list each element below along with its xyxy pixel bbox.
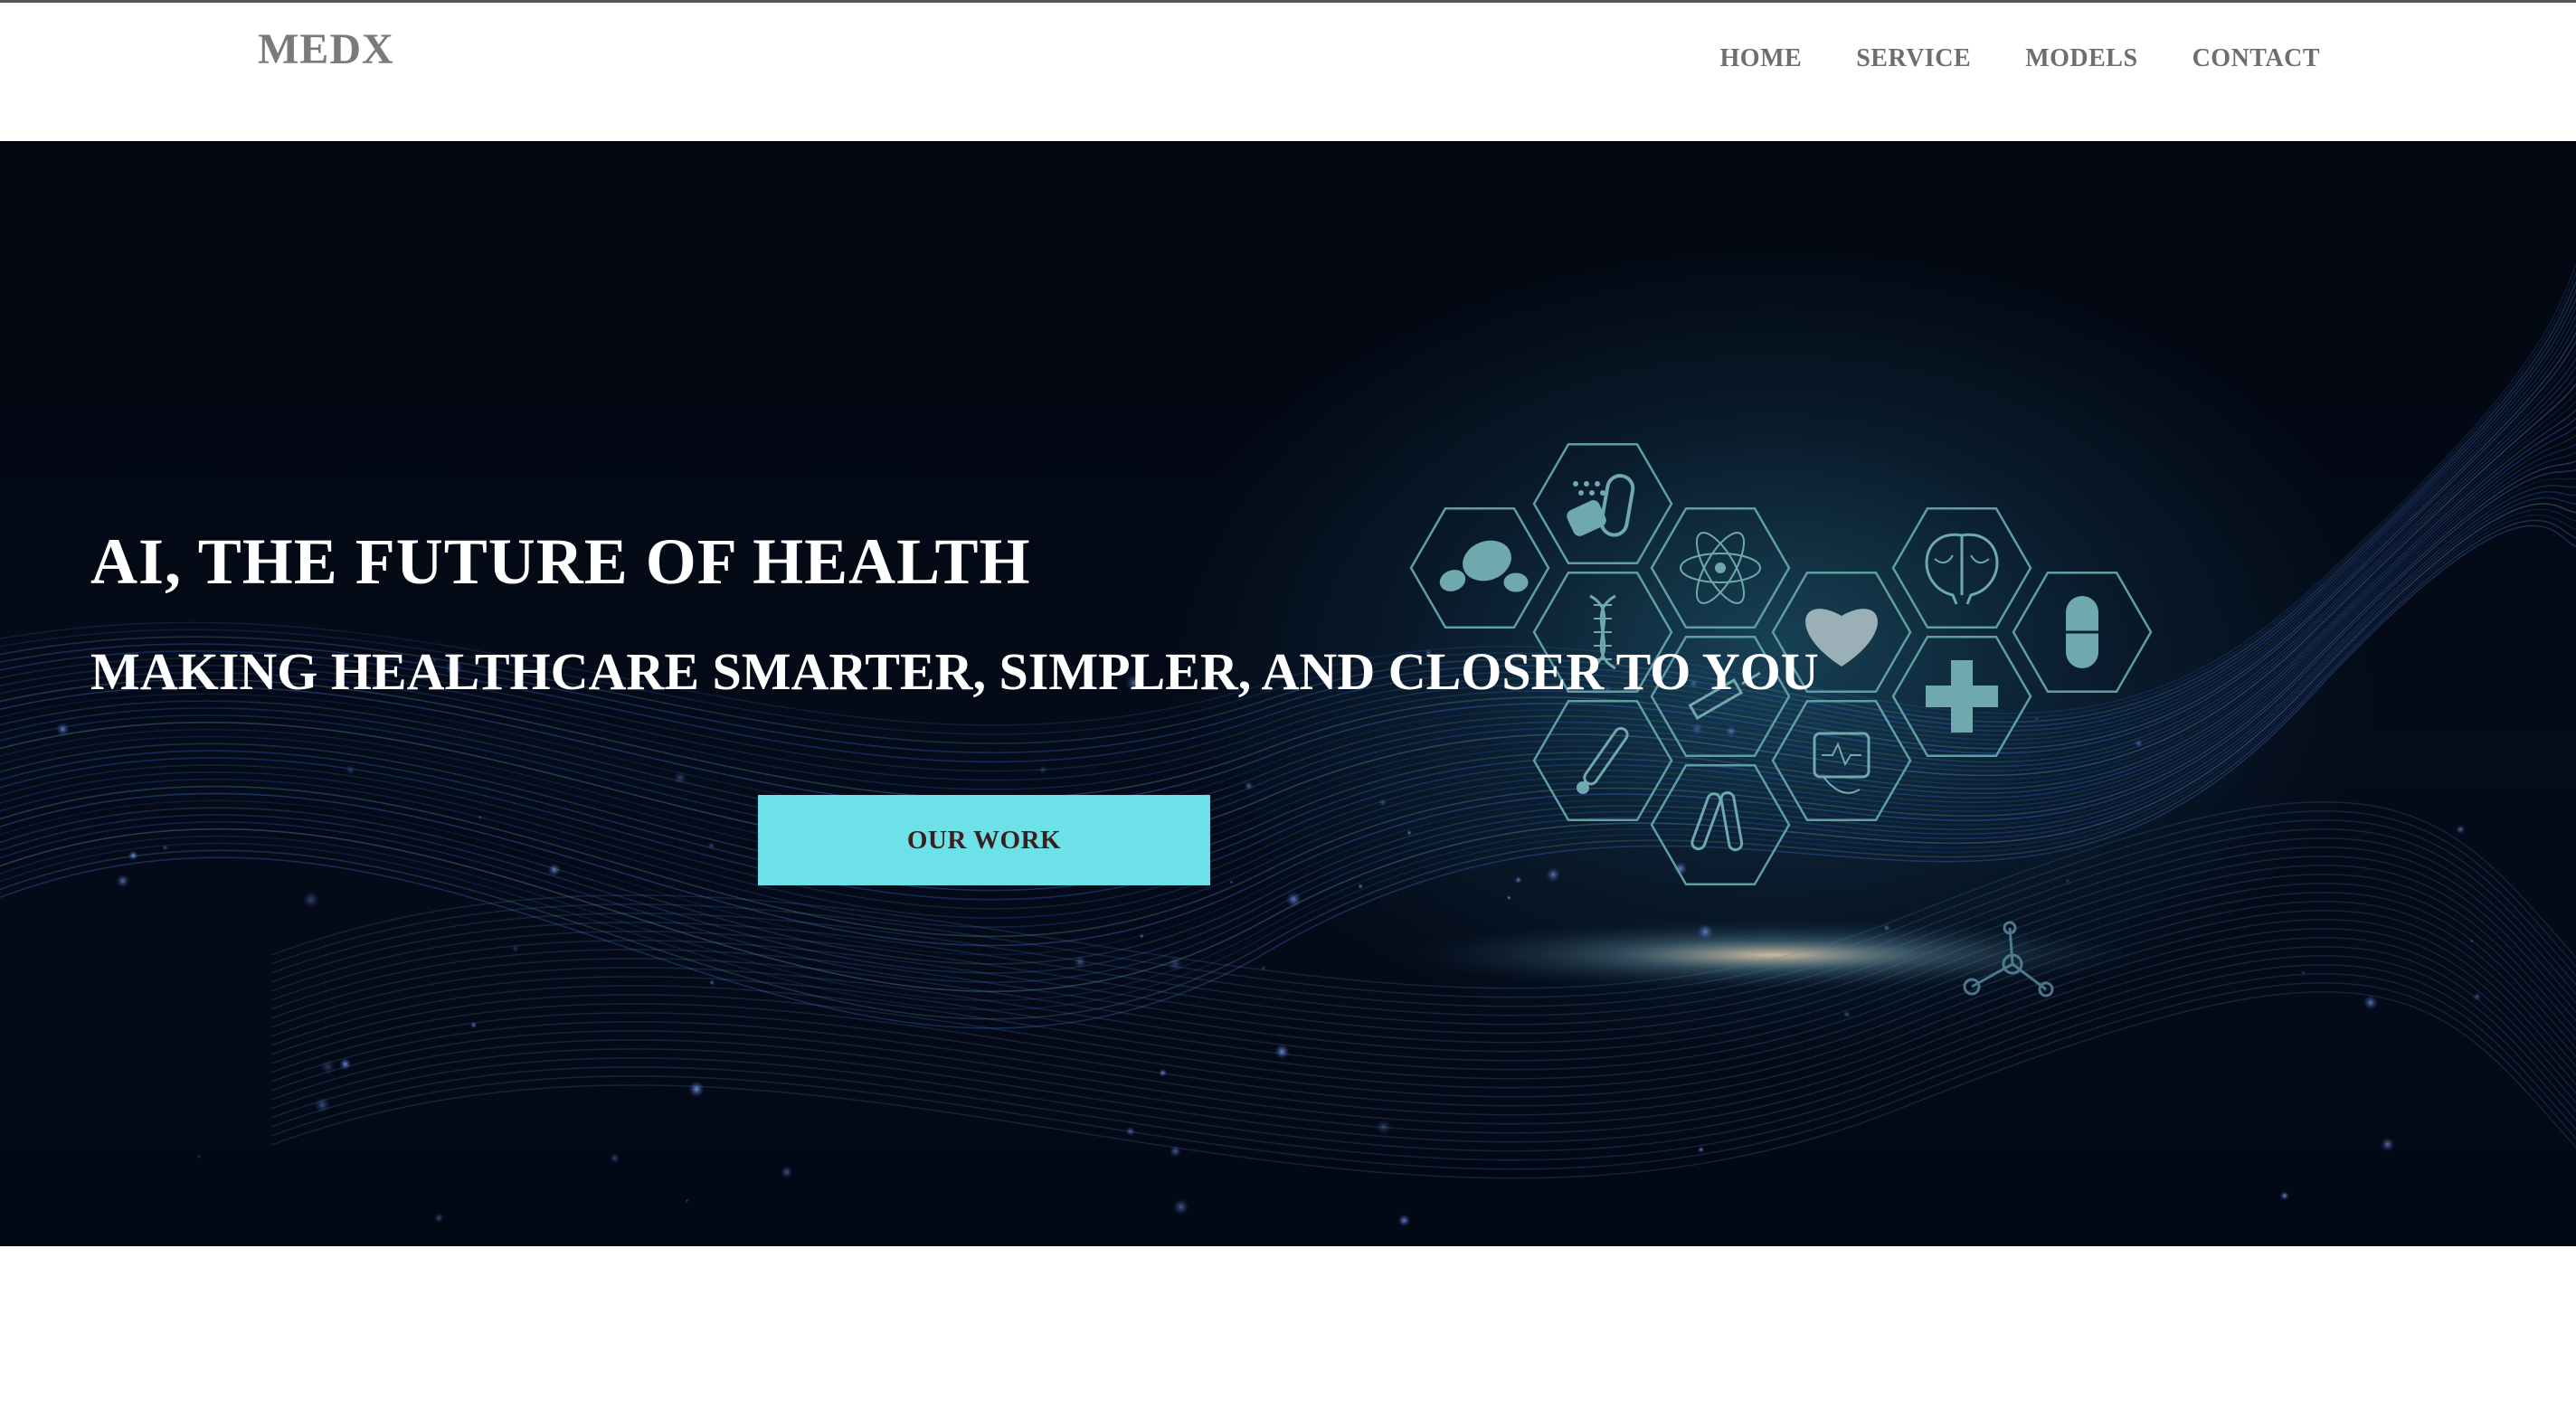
nav-home[interactable]: HOME [1720,44,1803,73]
hero-subtitle: MAKING HEALTHCARE SMARTER, SIMPLER, AND … [90,642,1819,701]
main-nav: HOME SERVICE MODELS CONTACT [1720,44,2320,73]
logo[interactable]: MEDX [258,24,394,74]
pills-icon [1439,540,1529,592]
brain-icon [1925,533,1999,605]
hero-title: AI, THE FUTURE OF HEALTH [90,525,1031,598]
hero-banner: AI, THE FUTURE OF HEALTH MAKING HEALTHCA… [0,141,2576,1246]
nav-models[interactable]: MODELS [2025,44,2137,73]
atom-icon [1680,532,1761,604]
capsule-icon [2066,596,2098,668]
site-header: MEDX HOME SERVICE MODELS CONTACT [0,3,2576,141]
nav-contact[interactable]: CONTACT [2192,44,2320,73]
bottle-icon [1567,474,1635,537]
our-work-button[interactable]: OUR WORK [758,795,1210,885]
nav-service[interactable]: SERVICE [1856,44,1971,73]
